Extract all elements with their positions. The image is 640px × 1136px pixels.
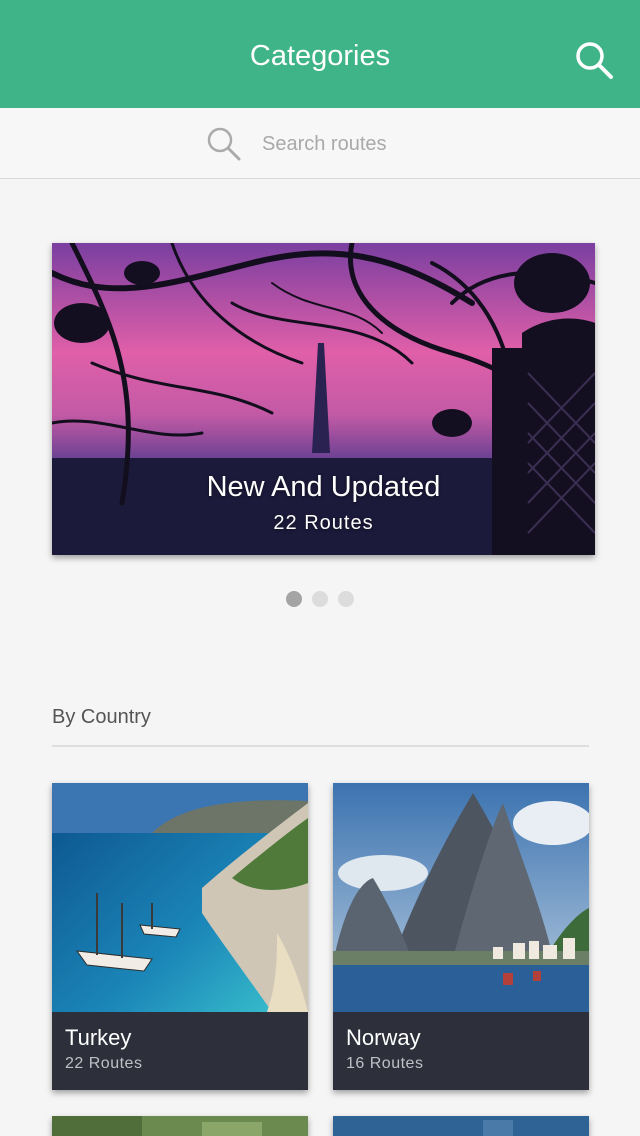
- carousel-dot[interactable]: [286, 591, 302, 607]
- search-bar: [0, 108, 640, 179]
- featured-title: New And Updated: [206, 471, 441, 503]
- page-title: Categories: [249, 40, 391, 72]
- country-card-turkey[interactable]: Turkey 22 Routes: [52, 783, 308, 1090]
- featured-route-count: 22 Routes: [273, 512, 374, 534]
- country-image: [333, 1116, 589, 1136]
- carousel-dot[interactable]: [338, 591, 354, 607]
- country-route-count: 16 Routes: [346, 1055, 424, 1072]
- country-card[interactable]: [333, 1116, 589, 1136]
- search-icon: [206, 126, 242, 162]
- country-card[interactable]: [52, 1116, 308, 1136]
- carousel-dot[interactable]: [312, 591, 328, 607]
- country-route-count: 22 Routes: [65, 1055, 143, 1072]
- section-divider: [52, 745, 589, 747]
- country-card-norway[interactable]: Norway 16 Routes: [333, 783, 589, 1090]
- country-image: [333, 783, 589, 1012]
- search-input[interactable]: [262, 126, 502, 162]
- section-title: By Country: [52, 706, 151, 728]
- country-name: Turkey: [65, 1025, 132, 1050]
- country-image: [52, 1116, 308, 1136]
- search-icon[interactable]: [574, 40, 614, 80]
- featured-card[interactable]: New And Updated 22 Routes: [52, 243, 595, 555]
- app-header: Categories: [0, 0, 640, 108]
- country-name: Norway: [346, 1025, 421, 1050]
- country-image: [52, 783, 308, 1012]
